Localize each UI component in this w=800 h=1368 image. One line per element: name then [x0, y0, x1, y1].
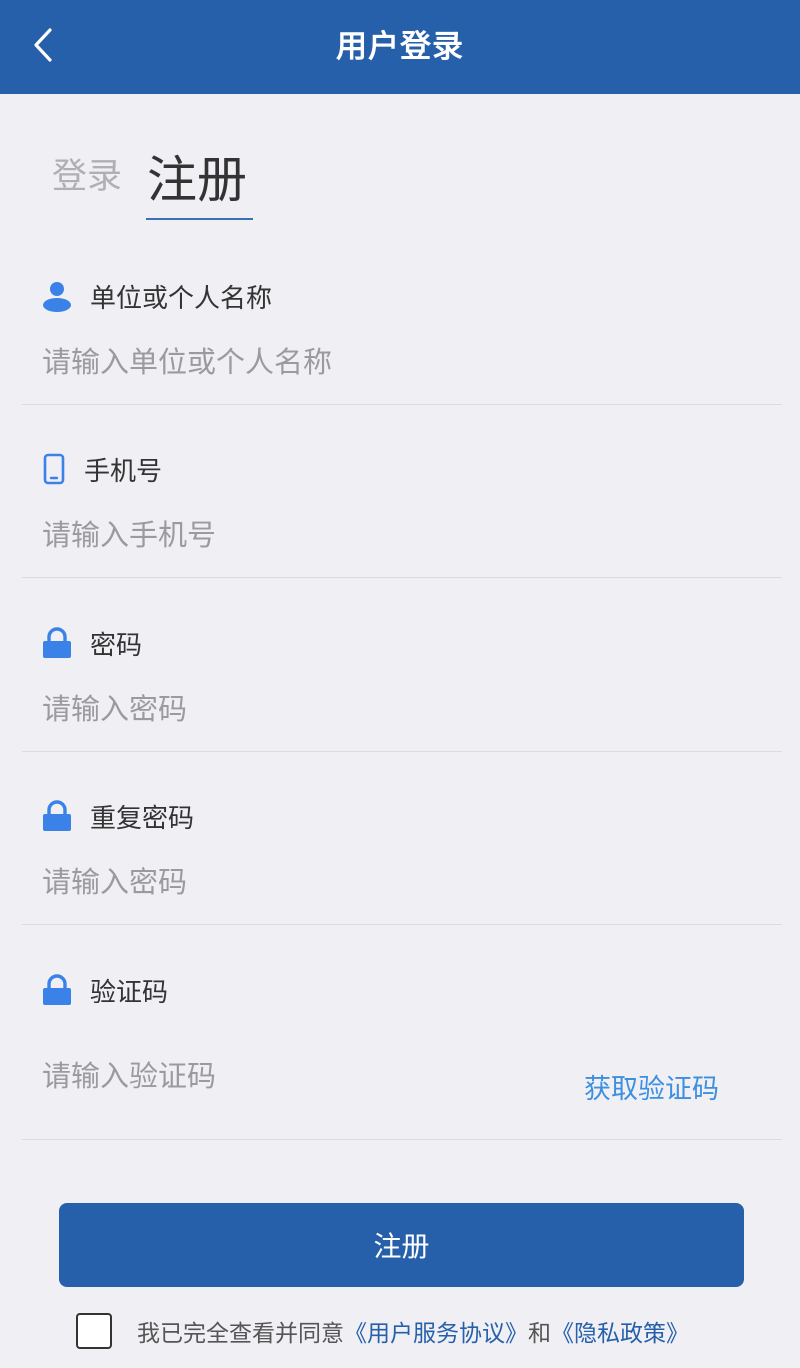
name-label-row: 单位或个人名称	[40, 276, 272, 316]
code-label-row: 验证码	[40, 970, 168, 1010]
code-input[interactable]	[42, 1052, 582, 1100]
phone-field-group: 手机号	[22, 445, 782, 578]
divider	[22, 924, 782, 925]
agreement-row: 我已完全查看并同意《用户服务协议》和《隐私政策》	[76, 1311, 689, 1351]
agreement-text: 我已完全查看并同意《用户服务协议》和《隐私政策》	[137, 1314, 689, 1348]
code-label: 验证码	[90, 977, 169, 1008]
name-input[interactable]	[42, 338, 582, 386]
name-field-group: 单位或个人名称	[22, 272, 782, 405]
password-label-row: 密码	[40, 623, 142, 663]
password-input[interactable]	[42, 685, 582, 733]
app-header: 用户登录	[0, 0, 800, 94]
phone-input[interactable]	[42, 511, 582, 559]
divider	[22, 1139, 782, 1140]
code-field-group: 验证码	[22, 966, 782, 1140]
repeat-password-label: 重复密码	[90, 803, 195, 834]
lock-icon	[40, 799, 74, 833]
page-title: 用户登录	[336, 29, 464, 65]
phone-label-row: 手机号	[40, 449, 162, 489]
divider	[22, 404, 782, 405]
name-label: 单位或个人名称	[90, 283, 273, 314]
user-icon	[40, 279, 74, 313]
lock-icon	[40, 973, 74, 1007]
terms-link[interactable]: 《用户服务协议》	[344, 1321, 528, 1347]
password-label: 密码	[90, 630, 143, 661]
password-field-group: 密码	[22, 619, 782, 752]
privacy-link[interactable]: 《隐私政策》	[551, 1321, 689, 1347]
agree-checkbox[interactable]	[76, 1313, 112, 1349]
tab-login[interactable]: 登录	[52, 148, 122, 199]
active-tab-indicator	[146, 218, 253, 220]
phone-label: 手机号	[84, 456, 163, 487]
lock-icon	[40, 626, 74, 660]
divider	[22, 751, 782, 752]
register-button[interactable]: 注册	[59, 1203, 744, 1287]
phone-icon	[40, 452, 68, 486]
agreement-prefix: 我已完全查看并同意	[137, 1321, 344, 1347]
divider	[22, 577, 782, 578]
repeat-password-field-group: 重复密码	[22, 792, 782, 925]
agreement-and: 和	[528, 1321, 551, 1347]
repeat-password-label-row: 重复密码	[40, 796, 194, 836]
get-code-button[interactable]: 获取验证码	[584, 1067, 719, 1106]
repeat-password-input[interactable]	[42, 858, 582, 906]
tab-register[interactable]: 注册	[147, 140, 247, 212]
